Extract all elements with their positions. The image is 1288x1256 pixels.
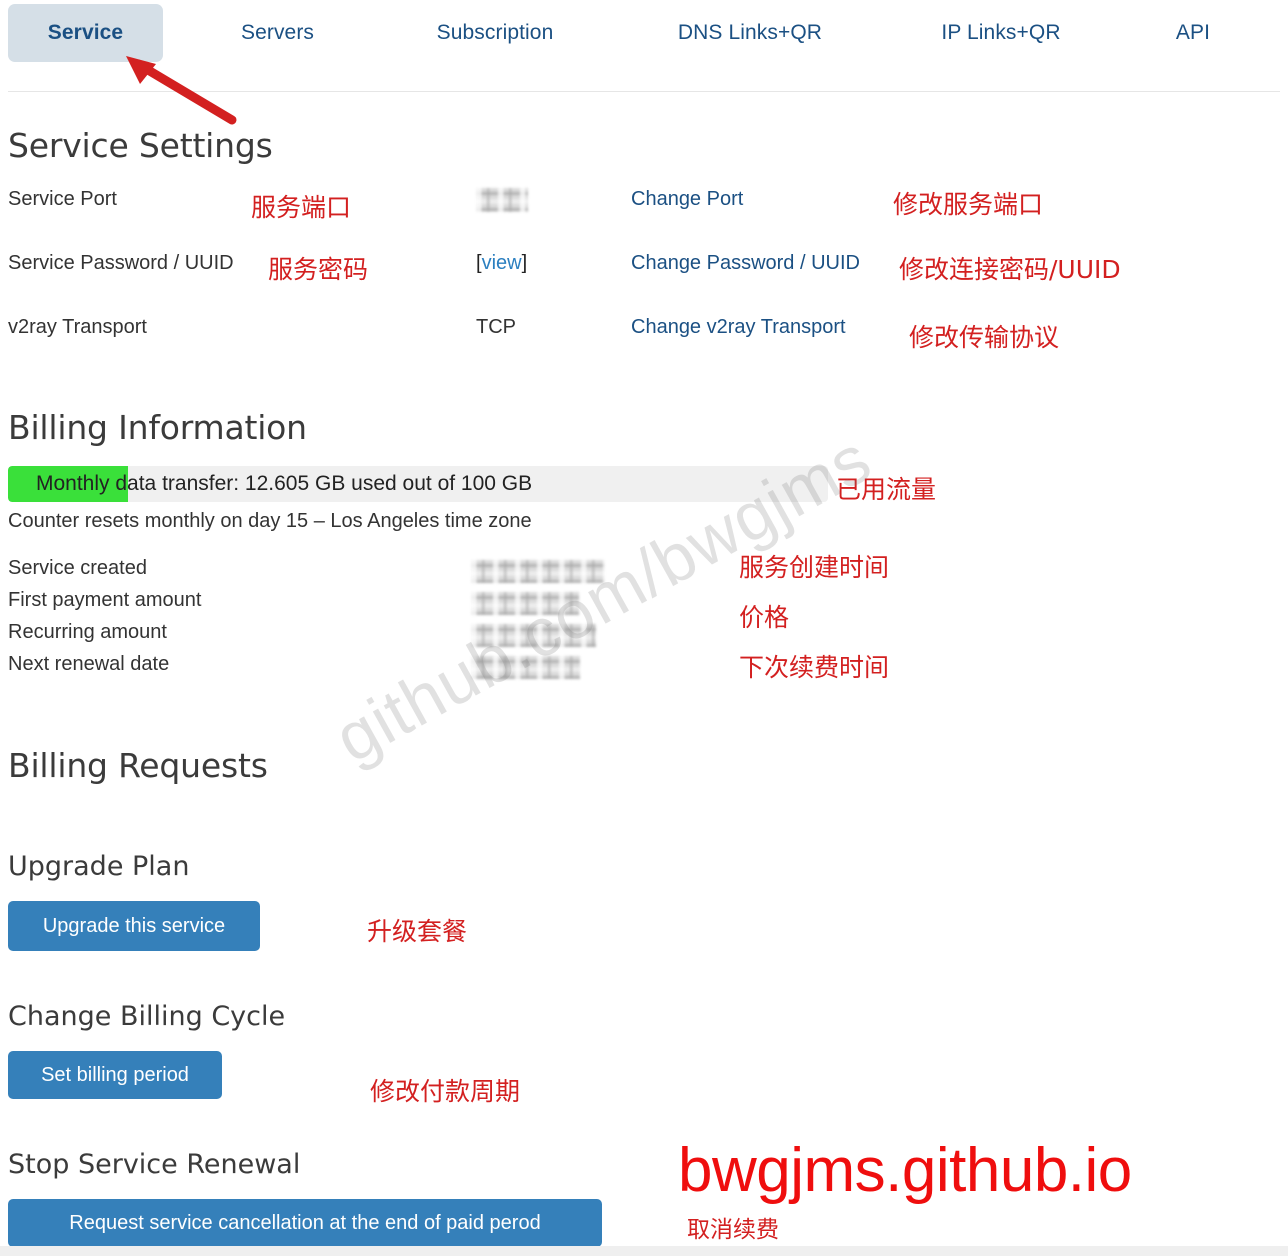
first-payment-amount-value-censored <box>471 592 579 615</box>
data-transfer-progress-bar: Monthly data transfer: 12.605 GB used ou… <box>8 466 828 502</box>
change-port-annotation: 修改服务端口 <box>893 190 1044 219</box>
service-password-label: Service Password / UUID <box>8 252 234 274</box>
change-v2ray-transport-annotation: 修改传输协议 <box>909 323 1060 352</box>
next-renewal-date-value-censored <box>471 656 580 679</box>
upgrade-this-service-button[interactable]: Upgrade this service <box>8 901 260 951</box>
change-password-link[interactable]: Change Password / UUID <box>631 252 860 275</box>
next-renewal-date-annotation: 下次续费时间 <box>739 653 890 682</box>
service-created-annotation: 服务创建时间 <box>739 553 890 582</box>
change-v2ray-transport-link[interactable]: Change v2ray Transport <box>631 316 846 339</box>
service-port-label: Service Port <box>8 188 117 210</box>
tab-dns-links-qr[interactable]: DNS Links+QR <box>645 4 855 62</box>
service-settings-heading: Service Settings <box>8 126 273 165</box>
next-renewal-date-label: Next renewal date <box>8 653 170 675</box>
price-annotation: 价格 <box>739 603 790 632</box>
stop-service-renewal-title: Stop Service Renewal <box>8 1149 301 1180</box>
service-port-value-censored <box>476 188 528 212</box>
service-created-value-censored <box>471 560 605 583</box>
change-password-annotation: 修改连接密码/UUID <box>899 255 1121 284</box>
upgrade-plan-title: Upgrade Plan <box>8 851 190 882</box>
change-billing-cycle-annotation: 修改付款周期 <box>370 1077 521 1106</box>
counter-reset-note: Counter resets monthly on day 15 – Los A… <box>8 510 532 532</box>
upgrade-plan-annotation: 升级套餐 <box>367 917 468 946</box>
request-service-cancellation-button[interactable]: Request service cancellation at the end … <box>8 1199 602 1247</box>
page-root: Service Servers Subscription DNS Links+Q… <box>0 0 1288 1256</box>
billing-information-heading: Billing Information <box>8 408 307 447</box>
data-transfer-usage-text: Monthly data transfer: 12.605 GB used ou… <box>36 472 533 495</box>
data-transfer-annotation: 已用流量 <box>836 475 937 504</box>
stop-service-renewal-annotation: 取消续费 <box>687 1217 779 1243</box>
tab-subscription[interactable]: Subscription <box>395 4 595 62</box>
service-created-label: Service created <box>8 557 147 579</box>
billing-requests-heading: Billing Requests <box>8 746 268 785</box>
bottom-strip <box>0 1246 1288 1256</box>
pointer-arrow-icon <box>126 56 237 125</box>
change-port-link[interactable]: Change Port <box>631 188 743 211</box>
v2ray-transport-label: v2ray Transport <box>8 316 147 338</box>
service-password-annotation: 服务密码 <box>268 255 369 284</box>
recurring-amount-label: Recurring amount <box>8 621 167 643</box>
site-watermark: bwgjms.github.io <box>678 1136 1132 1205</box>
recurring-amount-value-censored <box>471 624 596 647</box>
view-password-text: view <box>481 252 522 274</box>
service-port-annotation: 服务端口 <box>251 193 352 222</box>
change-billing-cycle-title: Change Billing Cycle <box>8 1001 286 1032</box>
set-billing-period-button[interactable]: Set billing period <box>8 1051 222 1099</box>
first-payment-amount-label: First payment amount <box>8 589 202 611</box>
v2ray-transport-value: TCP <box>476 316 516 338</box>
tab-ip-links-qr[interactable]: IP Links+QR <box>905 4 1097 62</box>
tab-api[interactable]: API <box>1140 4 1246 62</box>
view-password-link[interactable]: [view] <box>476 252 527 275</box>
